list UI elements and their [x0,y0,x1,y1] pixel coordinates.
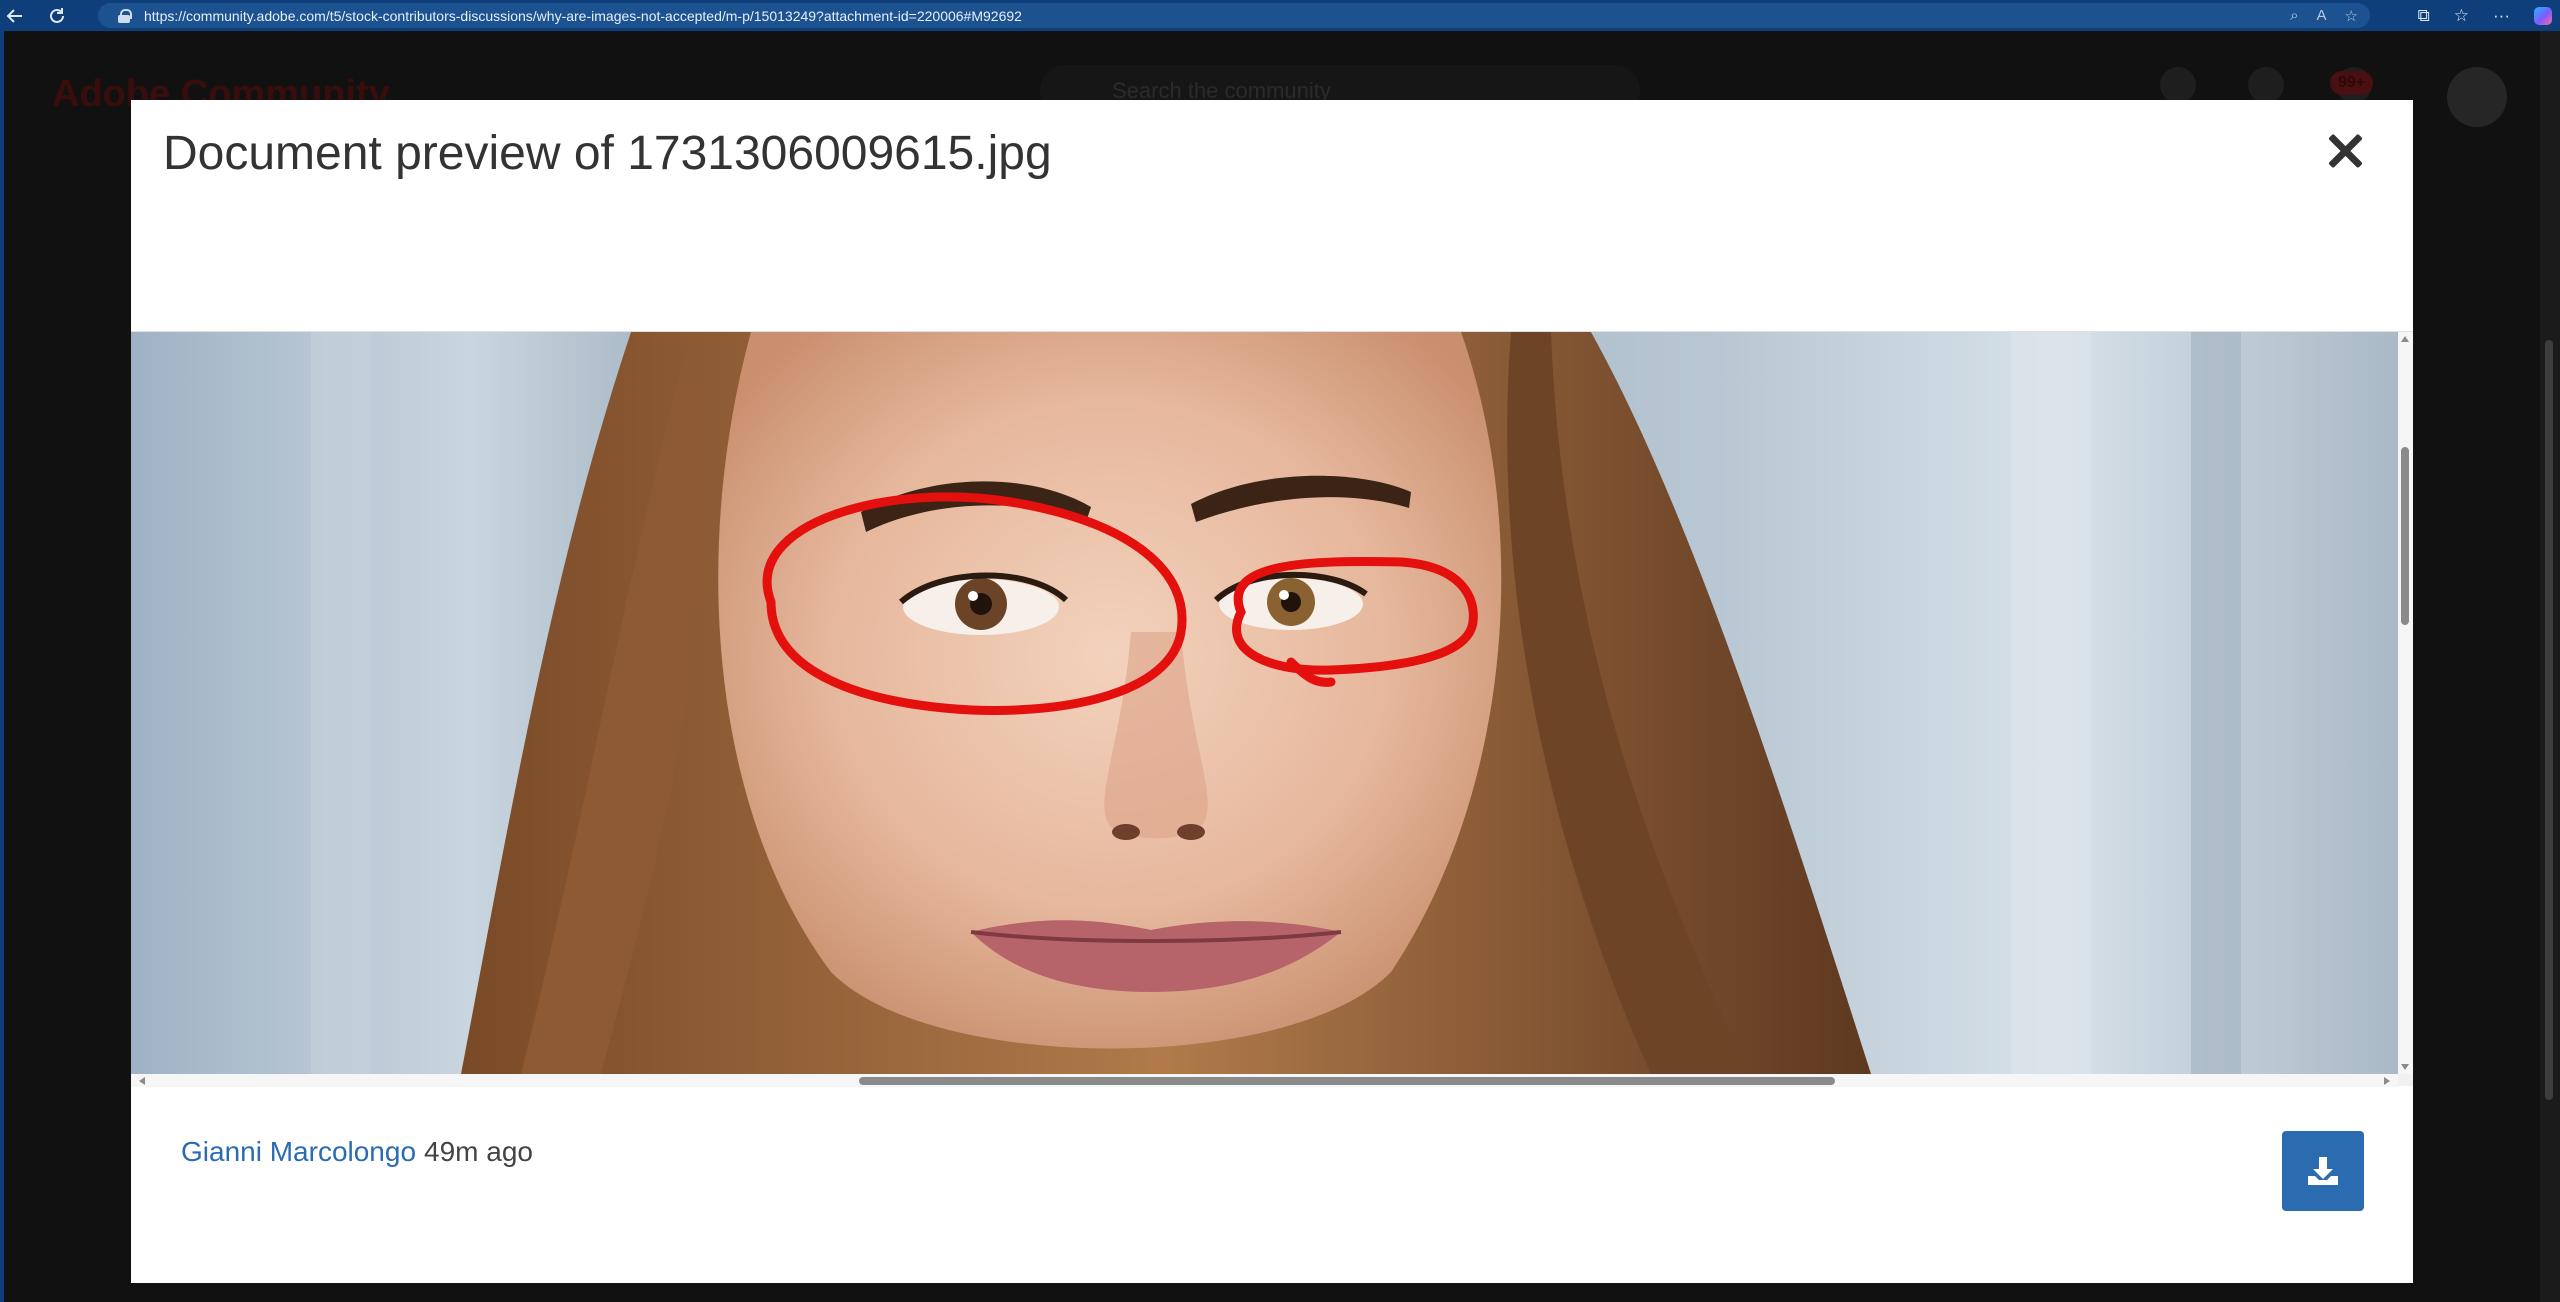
viewer-vertical-scrollbar[interactable] [2398,332,2413,1074]
mail-icon [2248,67,2284,103]
page-scrollbar-thumb[interactable] [2545,340,2553,1100]
url-text: https://community.adobe.com/t5/stock-con… [144,7,1022,24]
viewer-horizontal-scrollbar[interactable] [131,1074,2398,1087]
document-preview-modal: Document preview of 1731306009615.jpg Gi… [131,100,2413,1283]
author-link[interactable]: Gianni Marcolongo [181,1136,416,1167]
back-arrow-icon[interactable] [0,0,30,31]
scroll-left-arrow-icon[interactable] [139,1077,145,1085]
read-aloud-icon[interactable]: A [2317,7,2327,24]
modal-title: Document preview of 1731306009615.jpg [163,127,1052,180]
author-line: Gianni Marcolongo 49m ago [181,1136,533,1168]
scroll-up-arrow-icon[interactable] [2401,336,2409,342]
scroll-down-arrow-icon[interactable] [2401,1064,2409,1070]
scroll-right-arrow-icon[interactable] [2384,1077,2390,1085]
favorite-star-icon[interactable]: ☆ [2345,7,2358,25]
zoom-icon[interactable]: ⌕ [2290,7,2298,24]
avatar [2447,67,2507,127]
viewer-horizontal-scrollbar-thumb[interactable] [859,1077,1835,1085]
modal-footer: Gianni Marcolongo 49m ago [131,1100,2413,1283]
notification-badge: 99+ [2330,71,2374,95]
extensions-icon[interactable]: ⧉ [2418,6,2430,26]
globe-icon [2160,67,2196,103]
post-time: 49m ago [424,1136,533,1167]
preview-image [131,332,2398,1074]
more-menu-icon[interactable]: ··· [2493,6,2510,26]
close-icon[interactable] [2325,130,2365,170]
lock-icon [118,8,132,23]
browser-toolbar: https://community.adobe.com/t5/stock-con… [0,0,2560,31]
address-bar[interactable]: https://community.adobe.com/t5/stock-con… [98,3,2370,28]
download-icon [2308,1157,2338,1185]
refresh-icon[interactable] [42,0,72,31]
download-button[interactable] [2282,1131,2364,1211]
viewer-vertical-scrollbar-thumb[interactable] [2401,447,2409,625]
image-viewer [131,331,2413,1087]
favorites-icon[interactable]: ☆ [2454,6,2469,26]
window-edge [0,31,4,1302]
copilot-icon[interactable] [2534,6,2552,25]
